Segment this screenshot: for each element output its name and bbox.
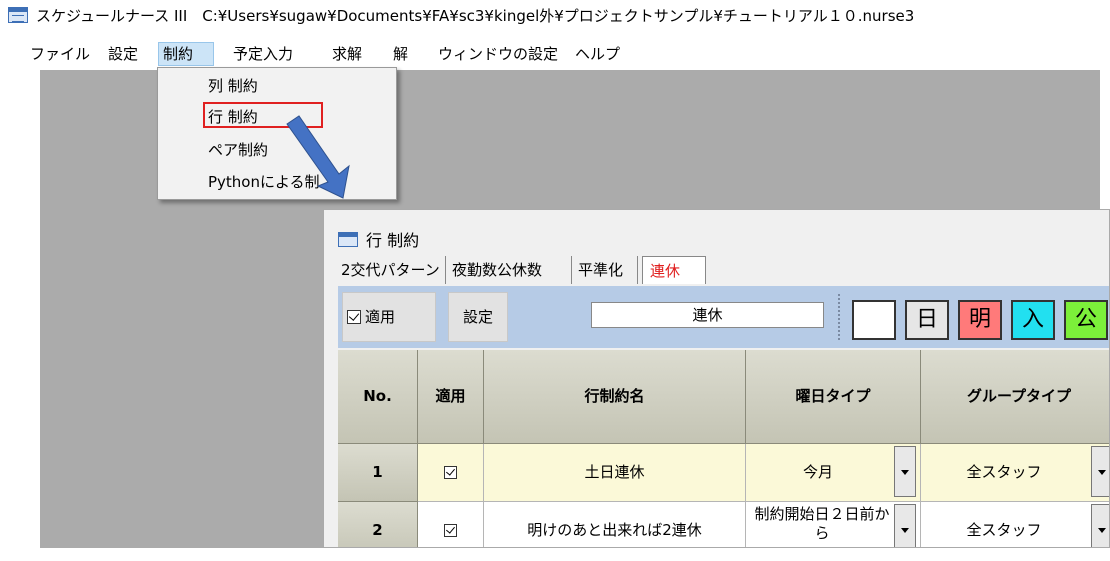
annotation-arrow-icon bbox=[286, 115, 350, 199]
